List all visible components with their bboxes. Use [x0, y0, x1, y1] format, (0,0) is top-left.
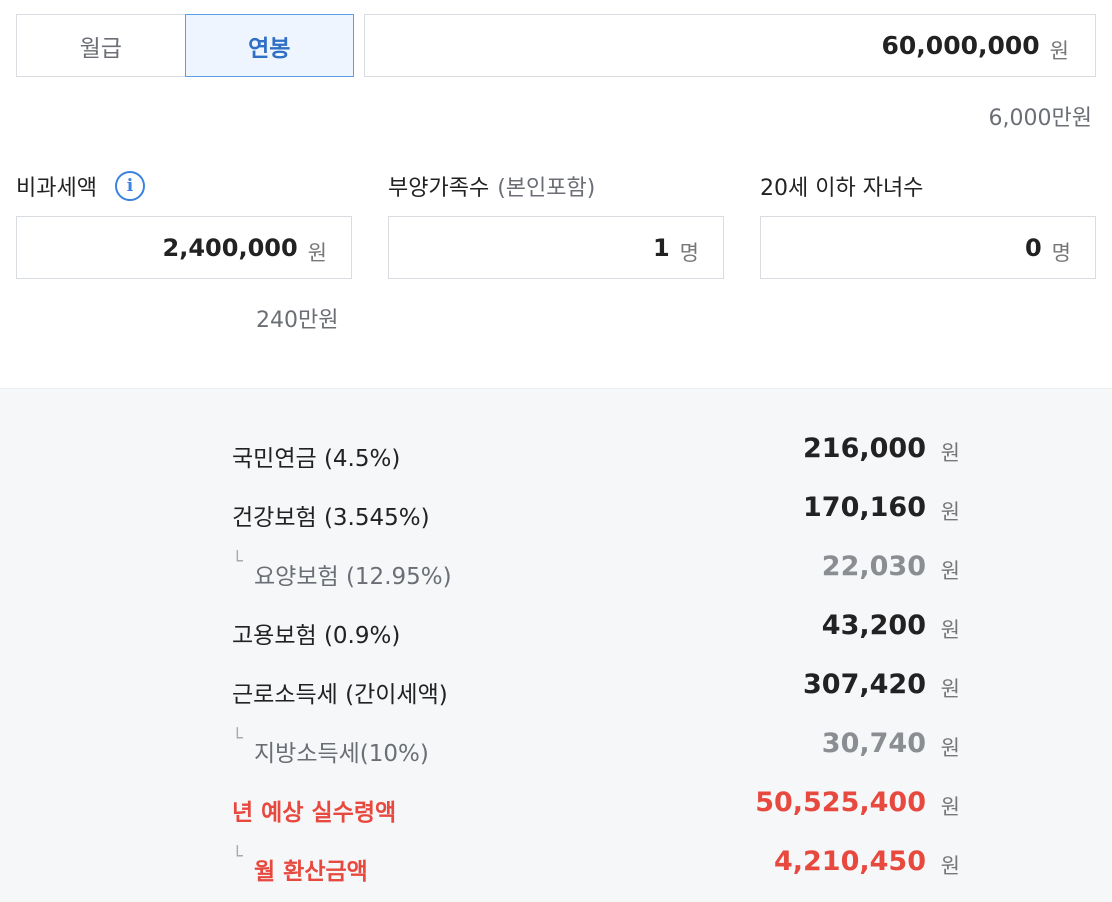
info-icon[interactable]: i [114, 171, 145, 201]
result-label: 근로소득세 (간이세액) [232, 682, 448, 708]
nontaxable-hint: 240만원 [256, 308, 339, 333]
result-label: 건강보험 (3.545%) [232, 505, 430, 531]
result-value: 50,525,400 [755, 787, 926, 818]
result-value: 4,210,450 [773, 846, 926, 877]
result-row-local-tax: └ 지방소득세(10%) 30,740 원 [232, 728, 960, 768]
result-label: └ 월 환산금액 [232, 846, 368, 886]
dependents-label-text: 부양가족수 [388, 176, 490, 201]
result-unit: 원 [940, 500, 960, 524]
result-label-text: 월 환산금액 [254, 859, 368, 885]
result-value: 170,160 [803, 492, 926, 523]
children-label: 20세 이하 자녀수 [760, 170, 923, 202]
result-row-annual-net: 년 예상 실수령액 50,525,400 원 [232, 787, 960, 827]
salary-field[interactable]: 원 [364, 14, 1096, 77]
result-label: └ 지방소득세(10%) [232, 728, 429, 768]
results-section: 국민연금 (4.5%) 216,000 원 건강보험 (3.545%) 170,… [0, 388, 1112, 902]
result-row-pension: 국민연금 (4.5%) 216,000 원 [232, 433, 960, 473]
result-row-monthly-net: └ 월 환산금액 4,210,450 원 [232, 846, 960, 886]
input-section: 월급 연봉 원 6,000만원 비과세액 i 원 240만원 부양가족수 (본인… [0, 0, 1112, 388]
children-unit: 명 [1051, 240, 1071, 265]
salary-hint: 6,000만원 [988, 106, 1092, 131]
result-unit: 원 [940, 441, 960, 465]
result-unit: 원 [940, 618, 960, 642]
monthly-tab[interactable]: 월급 [16, 14, 185, 77]
result-label: 고용보험 (0.9%) [232, 623, 401, 649]
nontaxable-label-text: 비과세액 [16, 176, 97, 201]
result-label: 년 예상 실수령액 [232, 800, 397, 826]
dependents-input[interactable] [429, 233, 670, 262]
nontaxable-unit: 원 [307, 240, 327, 265]
salary-unit: 원 [1049, 38, 1069, 63]
dependents-unit: 명 [679, 240, 699, 265]
result-value: 216,000 [803, 433, 926, 464]
children-label-text: 20세 이하 자녀수 [760, 176, 924, 201]
children-input[interactable] [801, 233, 1042, 262]
children-field[interactable]: 명 [760, 216, 1096, 279]
nontaxable-field[interactable]: 원 [16, 216, 352, 279]
indent-mark-icon: └ [232, 846, 243, 867]
result-label-text: 지방소득세(10%) [254, 741, 429, 767]
indent-mark-icon: └ [232, 551, 243, 572]
indent-mark-icon: └ [232, 728, 243, 749]
dependents-sublabel: (본인포함) [497, 176, 596, 201]
result-value: 307,420 [803, 669, 926, 700]
result-unit: 원 [940, 736, 960, 760]
result-row-employment: 고용보험 (0.9%) 43,200 원 [232, 610, 960, 650]
result-label: 국민연금 (4.5%) [232, 446, 401, 472]
dependents-label: 부양가족수 (본인포함) [388, 170, 595, 202]
result-unit: 원 [940, 795, 960, 819]
result-label-text: 요양보험 (12.95%) [254, 564, 452, 590]
result-row-longterm-care: └ 요양보험 (12.95%) 22,030 원 [232, 551, 960, 591]
result-unit: 원 [940, 854, 960, 878]
annual-tab[interactable]: 연봉 [184, 14, 354, 77]
result-unit: 원 [940, 559, 960, 583]
dependents-field[interactable]: 명 [388, 216, 724, 279]
result-value: 22,030 [821, 551, 926, 582]
result-value: 43,200 [821, 610, 926, 641]
result-value: 30,740 [821, 728, 926, 759]
salary-input[interactable] [439, 31, 1040, 60]
result-label: └ 요양보험 (12.95%) [232, 551, 452, 591]
pay-period-toggle: 월급 연봉 [16, 14, 354, 77]
result-row-health: 건강보험 (3.545%) 170,160 원 [232, 492, 960, 532]
result-unit: 원 [940, 677, 960, 701]
nontaxable-label: 비과세액 i [16, 170, 145, 202]
nontaxable-input[interactable] [57, 233, 298, 262]
result-row-income-tax: 근로소득세 (간이세액) 307,420 원 [232, 669, 960, 709]
